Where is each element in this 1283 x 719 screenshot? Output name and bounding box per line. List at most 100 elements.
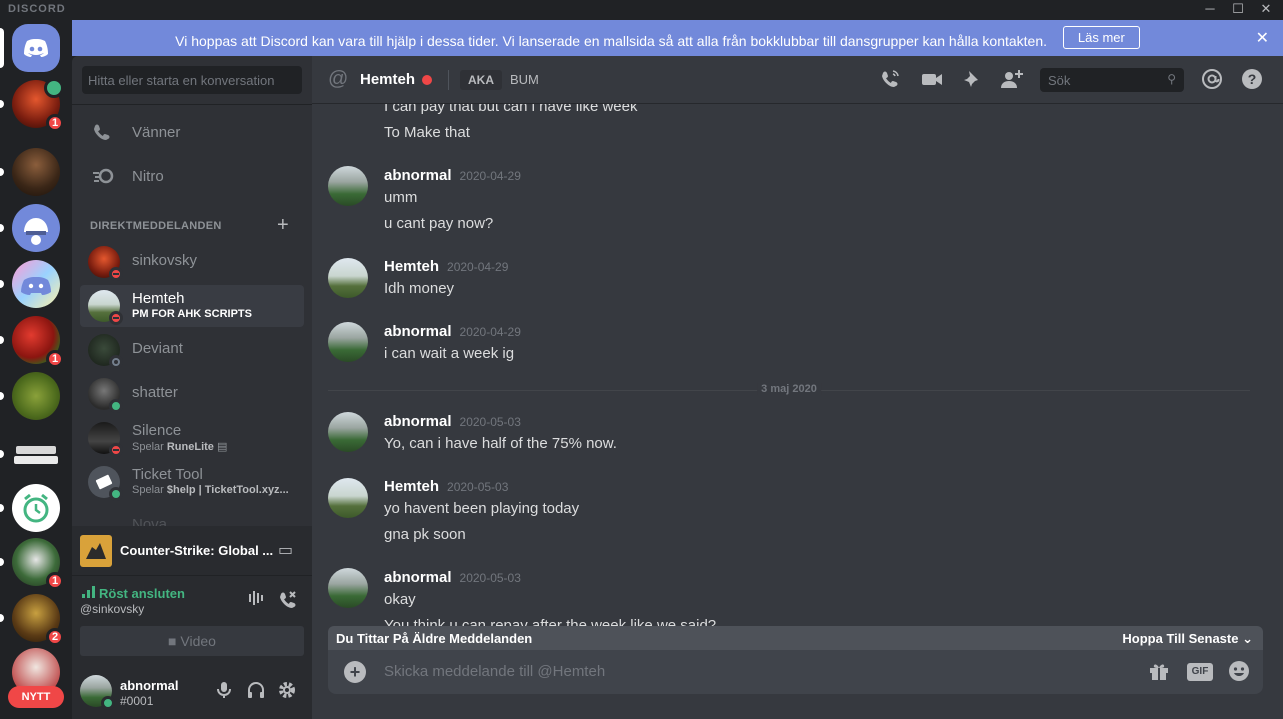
- server-helmet[interactable]: [0, 204, 60, 252]
- voice-call-icon[interactable]: [878, 68, 902, 92]
- message-header: abnormal 2020-05-03: [384, 569, 521, 586]
- add-friend-to-dm-icon[interactable]: [1000, 68, 1024, 92]
- message-timestamp: 2020-05-03: [459, 571, 521, 585]
- divider: [448, 70, 449, 90]
- attach-plus-icon[interactable]: +: [344, 661, 366, 683]
- message-header: abnormal 2020-04-29: [384, 167, 521, 184]
- game-name: Counter-Strike: Global ...: [120, 543, 274, 558]
- banner-close-icon[interactable]: ✕: [1256, 28, 1269, 48]
- message-header: Hemteh 2020-04-29: [384, 258, 508, 275]
- dm-item-ticket-tool[interactable]: Ticket Tool Spelar $help | TicketTool.xy…: [80, 461, 304, 503]
- offline-status-icon: [109, 355, 123, 369]
- unread-indicator: [0, 280, 4, 288]
- message-author[interactable]: Hemteh: [384, 258, 439, 275]
- message-list: I can pay that but can i have like week …: [312, 104, 1283, 626]
- dnd-status-icon: [109, 443, 123, 457]
- gif-button[interactable]: GIF: [1187, 663, 1213, 681]
- message-timestamp: 2020-04-29: [459, 169, 521, 183]
- read-more-button[interactable]: Läs mer: [1062, 26, 1140, 49]
- dm-item-deviant[interactable]: Deviant: [80, 329, 304, 371]
- dm-section-header: DIREKTMEDDELANDEN: [90, 220, 222, 232]
- message-author[interactable]: abnormal: [384, 323, 452, 340]
- help-icon[interactable]: ?: [1240, 68, 1264, 92]
- message-author[interactable]: Hemteh: [384, 478, 439, 495]
- chat-recipient-name[interactable]: Hemteh: [360, 71, 415, 88]
- message-avatar[interactable]: [328, 258, 368, 298]
- microphone-icon[interactable]: [216, 681, 232, 704]
- chat-search-input[interactable]: Sök ⚲: [1040, 68, 1184, 92]
- emoji-icon[interactable]: [1228, 660, 1250, 687]
- message-avatar[interactable]: [328, 322, 368, 362]
- voice-channel-label: @sinkovsky: [80, 602, 145, 616]
- gift-icon[interactable]: [1148, 660, 1170, 687]
- online-status-icon: [109, 399, 123, 413]
- message-avatar[interactable]: [328, 166, 368, 206]
- dm-sidebar: Hitta eller starta en konversation Vänne…: [72, 56, 312, 719]
- dnd-status-icon: [109, 267, 123, 281]
- new-unreads-pill[interactable]: NYTT: [8, 686, 64, 708]
- dm-item-shatter[interactable]: shatter: [80, 373, 304, 415]
- server-sinkovsky[interactable]: 1: [0, 78, 64, 132]
- headphones-icon[interactable]: [247, 681, 265, 704]
- message-avatar[interactable]: [328, 478, 368, 518]
- message-avatar[interactable]: [328, 568, 368, 608]
- dm-item-silence[interactable]: Silence Spelar RuneLite ▤: [80, 417, 304, 459]
- video-call-icon[interactable]: [920, 68, 944, 92]
- unread-indicator: [0, 224, 4, 232]
- username: abnormal: [120, 678, 179, 693]
- csgo-icon: [80, 535, 112, 567]
- server-alarm[interactable]: [0, 484, 60, 532]
- mention-badge: 2: [46, 628, 64, 646]
- minimize-button[interactable]: ─: [1196, 0, 1224, 20]
- noise-suppression-icon[interactable]: [248, 590, 266, 611]
- jump-to-latest-button[interactable]: Hoppa Till Senaste ⌄: [1122, 631, 1253, 647]
- create-dm-plus-icon[interactable]: +: [277, 214, 289, 237]
- pin-icon[interactable]: [960, 68, 984, 92]
- server-green[interactable]: [0, 372, 60, 420]
- message-text: u cant pay now?: [384, 215, 494, 232]
- server-avatar: [12, 372, 60, 420]
- chat-area: @ Hemteh AKA BUM Sök ⚲ ? I can pay that …: [312, 56, 1283, 719]
- video-button[interactable]: ■ Video: [80, 626, 304, 656]
- avatar: [88, 246, 123, 281]
- mentions-icon[interactable]: [1200, 68, 1224, 92]
- divider: [72, 104, 312, 105]
- server-red-pepper[interactable]: 1: [0, 316, 64, 368]
- server-unicorn[interactable]: 1: [0, 538, 64, 590]
- user-avatar[interactable]: [80, 675, 115, 710]
- message-author[interactable]: abnormal: [384, 167, 452, 184]
- dm-item-hemteh[interactable]: Hemteh PM FOR AHK SCRIPTS: [80, 285, 304, 327]
- maximize-button[interactable]: ☐: [1224, 0, 1252, 20]
- server-alex-trade[interactable]: 2: [0, 594, 64, 646]
- message-input[interactable]: Skicka meddelande till @Hemteh: [384, 663, 605, 680]
- server-discord-cat[interactable]: [0, 260, 60, 308]
- screen-share-icon[interactable]: ▭: [278, 540, 293, 560]
- older-messages-bar[interactable]: Du Tittar På Äldre Meddelanden Hoppa Til…: [328, 626, 1263, 650]
- dm-item-sinkovsky[interactable]: sinkovsky: [80, 241, 304, 283]
- close-window-button[interactable]: ✕: [1252, 0, 1280, 20]
- selected-indicator: [0, 28, 4, 68]
- dm-name: shatter: [132, 384, 178, 401]
- disconnect-call-icon[interactable]: [278, 590, 298, 613]
- settings-gear-icon[interactable]: [278, 681, 296, 704]
- message-author[interactable]: abnormal: [384, 569, 452, 586]
- home-button[interactable]: [0, 24, 60, 72]
- find-conversation-input[interactable]: Hitta eller starta en konversation: [82, 66, 302, 94]
- unread-indicator: [0, 504, 4, 512]
- message-author[interactable]: abnormal: [384, 413, 452, 430]
- nav-friends[interactable]: Vänner: [80, 112, 304, 154]
- server-alibaba[interactable]: [0, 148, 60, 196]
- speaker-icon: [44, 78, 64, 98]
- title-bar: DISCORD ─ ☐ ✕: [0, 0, 1283, 20]
- server-avatar: [12, 430, 60, 478]
- avatar: [88, 378, 123, 413]
- dm-name: Deviant: [132, 340, 183, 357]
- message-avatar[interactable]: [328, 412, 368, 452]
- dm-name: Silence: [132, 422, 182, 439]
- svg-text:?: ?: [1248, 71, 1257, 87]
- unread-indicator: [0, 168, 4, 176]
- unread-indicator: [0, 558, 4, 566]
- server-osrs-multibox[interactable]: [0, 430, 60, 478]
- server-list: 1 1 1 2 NYTT: [0, 20, 72, 719]
- nav-nitro[interactable]: Nitro: [80, 156, 304, 198]
